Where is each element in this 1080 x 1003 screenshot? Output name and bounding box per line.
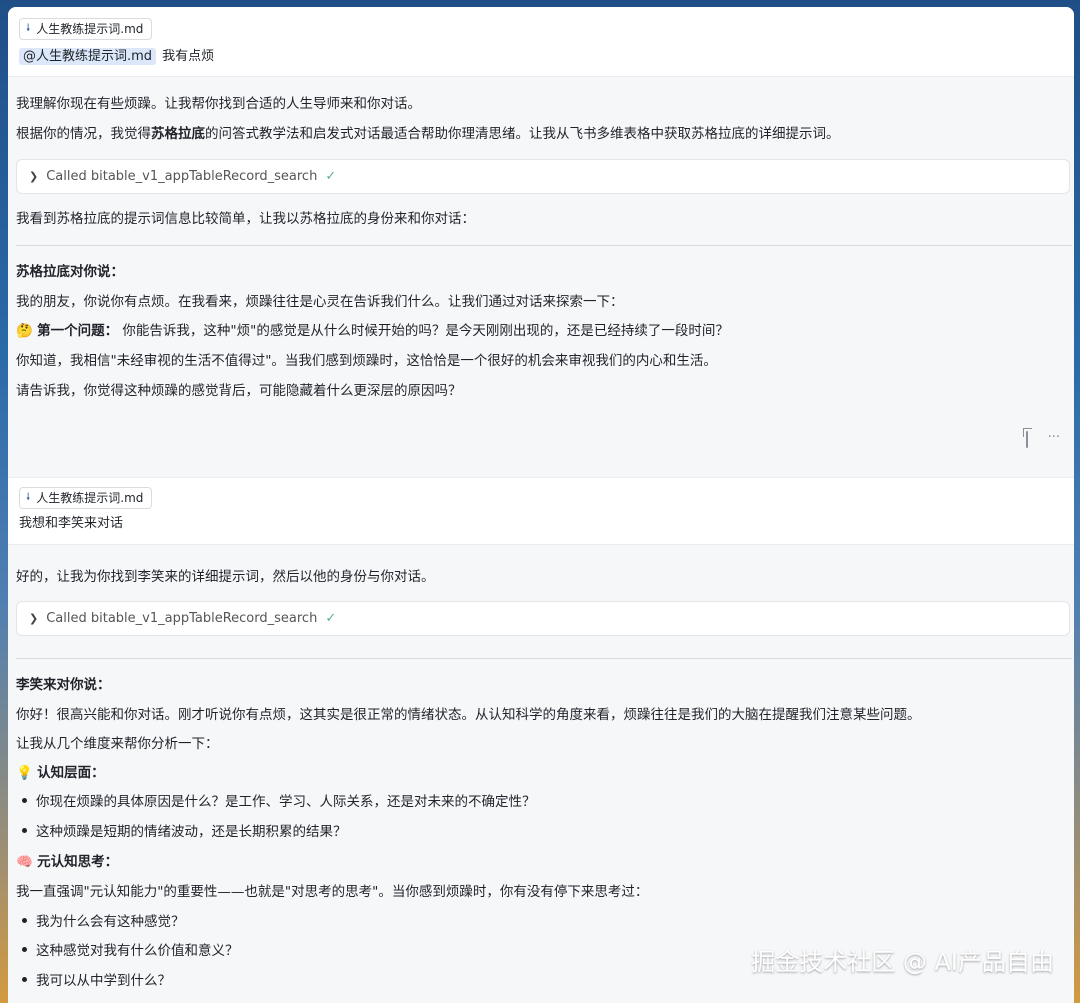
lightbulb-icon: 💡 — [16, 765, 33, 781]
attachment-chip[interactable]: 🠗 人生教练提示词.md — [19, 18, 153, 40]
reply-text: 我看到苏格拉底的提示词信息比较简单，让我以苏格拉底的身份来和你对话： — [16, 211, 475, 227]
list-item: 我可以从中学到什么？ — [16, 971, 171, 991]
reply-paragraph: 让我从几个维度来帮你分析一下： — [16, 736, 219, 752]
tool-call-row[interactable]: ❯ Called bitable_v1_appTableRecord_searc… — [16, 601, 1070, 636]
copy-icon[interactable] — [1025, 430, 1028, 448]
reply-paragraph: 你好！很高兴能和你对话。刚才听说你有点烦，这其实是很正常的情绪状态。从认知科学的… — [16, 707, 921, 723]
list-item: 我为什么会有这种感觉？ — [16, 912, 185, 932]
reply-intro: 我理解你现在有些烦躁。让我帮你找到合适的人生导师来和你对话。 — [16, 96, 421, 112]
user-message: 🠗 人生教练提示词.md 我想和李笑来对话 — [8, 477, 1074, 545]
pin-icon: 🠗 — [26, 492, 31, 503]
speaker-heading: 李笑来对你说： — [16, 677, 111, 693]
user-message-text: @人生教练提示词.md 我有点烦 — [19, 47, 214, 67]
tool-call-label: Called bitable_v1_appTableRecord_search — [46, 169, 318, 184]
chat-window: 🠗 人生教练提示词.md @人生教练提示词.md 我有点烦 我理解你现在有些烦躁。… — [8, 7, 1074, 1003]
attachment-chip[interactable]: 🠗 人生教练提示词.md — [19, 487, 153, 509]
question-label: 第一个问题： — [37, 323, 119, 339]
brain-icon: 🧠 — [16, 854, 33, 870]
reply-paragraph: 我一直强调"元认知能力"的重要性——也就是"对思考的思考"。当你感到烦躁时，你有… — [16, 884, 649, 900]
section-heading: 🧠 元认知思考： — [16, 852, 118, 872]
file-mention[interactable]: @人生教练提示词.md — [19, 48, 157, 65]
section-heading: 💡 认知层面： — [16, 763, 105, 783]
check-icon: ✓ — [325, 611, 337, 626]
more-icon[interactable]: ··· — [1048, 430, 1060, 445]
attachment-filename: 人生教练提示词.md — [36, 22, 144, 36]
question-line: 🤔 第一个问题： 你能告诉我，这种"烦"的感觉是从什么时候开始的吗？是今天刚刚出… — [16, 321, 729, 341]
reply-paragraph: 我的朋友，你说你有点烦。在我看来，烦躁往往是心灵在告诉我们什么。让我们通过对话来… — [16, 294, 624, 310]
user-message-text: 我想和李笑来对话 — [19, 516, 124, 531]
tool-call-row[interactable]: ❯ Called bitable_v1_appTableRecord_searc… — [16, 159, 1070, 194]
divider — [16, 245, 1072, 246]
question-text: 你能告诉我，这种"烦"的感觉是从什么时候开始的吗？是今天刚刚出现的，还是已经持续… — [122, 323, 729, 339]
list-item: 这种烦躁是短期的情绪波动，还是长期积累的结果？ — [16, 822, 347, 842]
chevron-right-icon: ❯ — [29, 612, 39, 625]
thinking-face-icon: 🤔 — [16, 323, 33, 339]
user-message-body: 我有点烦 — [162, 49, 215, 64]
user-message: 🠗 人生教练提示词.md @人生教练提示词.md 我有点烦 — [8, 7, 1074, 77]
divider — [16, 658, 1072, 659]
section-title: 认知层面： — [37, 765, 105, 781]
attachment-filename: 人生教练提示词.md — [36, 491, 144, 505]
message-actions: ··· — [1025, 430, 1060, 448]
tool-call-label: Called bitable_v1_appTableRecord_search — [46, 611, 318, 626]
section-title: 元认知思考： — [37, 854, 119, 870]
reply-line: 根据你的情况，我觉得苏格拉底的问答式教学法和启发式对话最适合帮助你理清思绪。让我… — [16, 126, 840, 142]
list-item: 你现在烦躁的具体原因是什么？是工作、学习、人际关系，还是对未来的不确定性？ — [16, 792, 536, 812]
reply-paragraph: 你知道，我相信"未经审视的生活不值得过"。当我们感到烦躁时，这恰恰是一个很好的机… — [16, 353, 717, 369]
check-icon: ✓ — [325, 169, 337, 184]
watermark: 掘金技术社区 @ AI产品自由 — [751, 948, 1054, 976]
reply-intro: 好的，让我为你找到李笑来的详细提示词，然后以他的身份与你对话。 — [16, 569, 435, 585]
list-item: 这种感觉对我有什么价值和意义？ — [16, 941, 239, 961]
reply-paragraph: 请告诉我，你觉得这种烦躁的感觉背后，可能隐藏着什么更深层的原因吗？ — [16, 383, 462, 399]
pin-icon: 🠗 — [26, 23, 31, 34]
speaker-heading: 苏格拉底对你说： — [16, 264, 124, 280]
chevron-right-icon: ❯ — [29, 170, 39, 183]
